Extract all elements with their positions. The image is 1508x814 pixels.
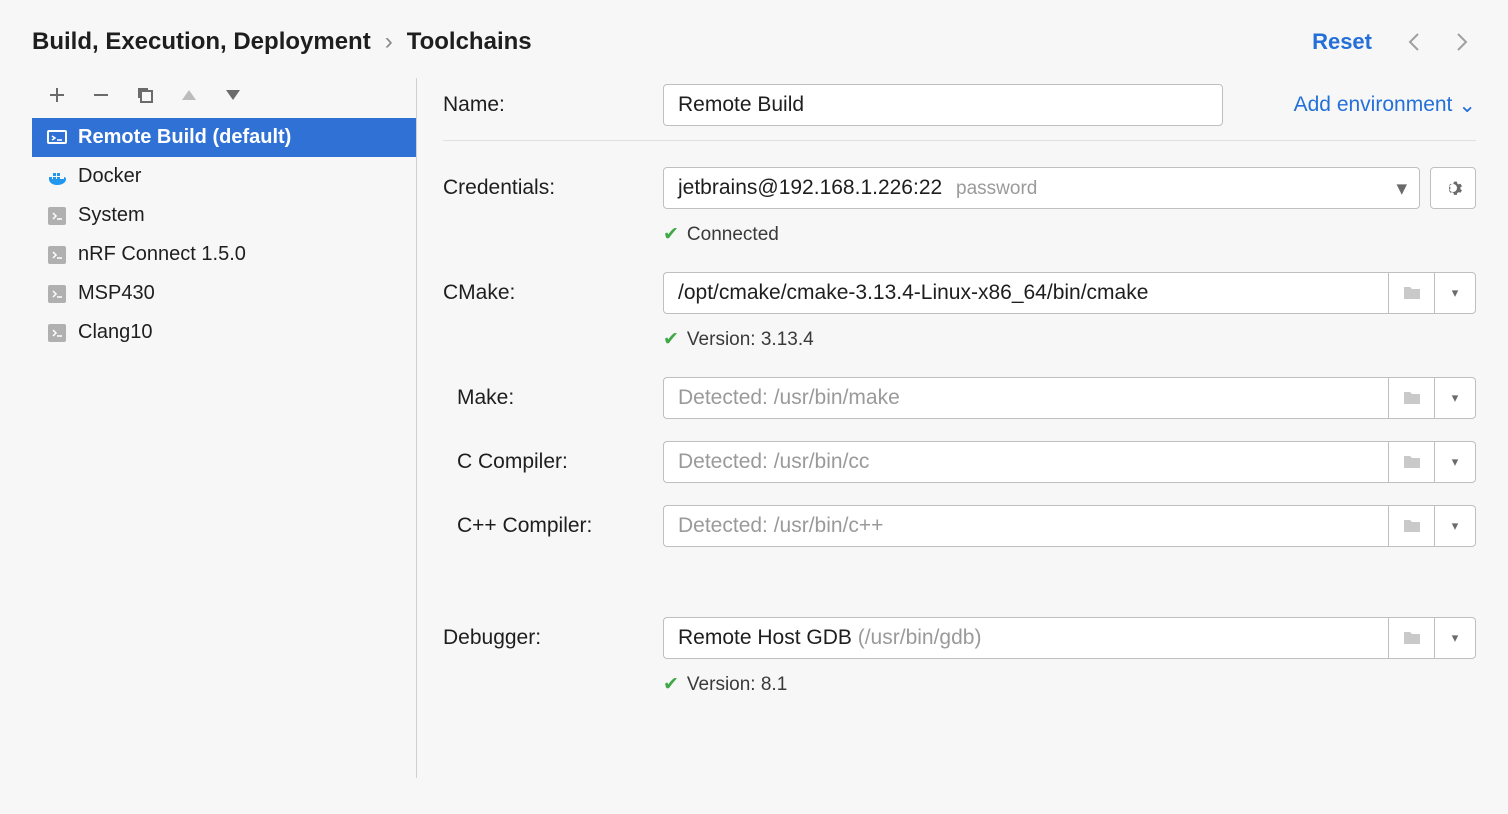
system-icon [46, 205, 68, 227]
dropdown-button[interactable]: ▾ [1434, 441, 1476, 483]
browse-button[interactable] [1388, 617, 1434, 659]
browse-button[interactable] [1388, 505, 1434, 547]
copy-button[interactable] [134, 84, 156, 106]
cpp-compiler-input[interactable]: Detected: /usr/bin/c++ [663, 505, 1388, 547]
browse-button[interactable] [1388, 272, 1434, 314]
list-item[interactable]: System [32, 196, 416, 235]
back-button[interactable] [1400, 28, 1428, 56]
credentials-value: jetbrains@192.168.1.226:22 [678, 176, 942, 199]
list-item[interactable]: Remote Build (default) [32, 118, 416, 157]
dropdown-button[interactable]: ▾ [1434, 272, 1476, 314]
list-item-label: System [78, 204, 145, 227]
c-compiler-label: C Compiler: [443, 450, 663, 474]
system-icon [46, 244, 68, 266]
check-icon: ✔ [663, 673, 679, 696]
system-icon [46, 322, 68, 344]
list-item-label: MSP430 [78, 282, 155, 305]
name-label: Name: [443, 93, 663, 117]
add-environment-label: Add environment [1294, 93, 1453, 117]
check-icon: ✔ [663, 223, 679, 246]
chevron-down-icon: ▾ [1390, 176, 1413, 201]
toolchain-sidebar: Remote Build (default) Docker System [32, 78, 417, 778]
divider [443, 140, 1476, 141]
list-item[interactable]: Docker [32, 157, 416, 196]
list-item[interactable]: MSP430 [32, 274, 416, 313]
add-environment-link[interactable]: Add environment ⌄ [1294, 93, 1476, 118]
docker-icon [46, 166, 68, 188]
list-item[interactable]: Clang10 [32, 313, 416, 352]
browse-button[interactable] [1388, 441, 1434, 483]
make-label: Make: [443, 386, 663, 410]
breadcrumb-level1[interactable]: Build, Execution, Deployment [32, 28, 371, 56]
breadcrumb: Build, Execution, Deployment › Toolchain… [32, 28, 1312, 56]
system-icon [46, 283, 68, 305]
make-input[interactable]: Detected: /usr/bin/make [663, 377, 1388, 419]
debugger-input[interactable]: Remote Host GDB (/usr/bin/gdb) [663, 617, 1388, 659]
sidebar-toolbar [32, 78, 416, 118]
forward-button[interactable] [1448, 28, 1476, 56]
list-item-label: Clang10 [78, 321, 153, 344]
credentials-combo[interactable]: jetbrains@192.168.1.226:22 password ▾ [663, 167, 1420, 209]
list-item-label: nRF Connect 1.5.0 [78, 243, 246, 266]
check-icon: ✔ [663, 328, 679, 351]
breadcrumb-level2: Toolchains [407, 28, 532, 56]
c-compiler-input[interactable]: Detected: /usr/bin/cc [663, 441, 1388, 483]
dropdown-button[interactable]: ▾ [1434, 505, 1476, 547]
toolchain-list: Remote Build (default) Docker System [32, 118, 416, 352]
cmake-version: ✔ Version: 3.13.4 [663, 328, 814, 351]
cpp-compiler-label: C++ Compiler: [443, 514, 663, 538]
remove-button[interactable] [90, 84, 112, 106]
chevron-right-icon: › [385, 28, 393, 56]
name-input[interactable] [663, 84, 1223, 126]
move-down-button[interactable] [222, 84, 244, 106]
credentials-label: Credentials: [443, 176, 663, 200]
credentials-status: ✔ Connected [663, 223, 779, 246]
chevron-down-icon: ⌄ [1458, 93, 1476, 118]
form-panel: Name: Add environment ⌄ Credentials: [417, 78, 1476, 778]
dropdown-button[interactable]: ▾ [1434, 617, 1476, 659]
list-item[interactable]: nRF Connect 1.5.0 [32, 235, 416, 274]
list-item-label: Remote Build (default) [78, 126, 291, 149]
debugger-label: Debugger: [443, 626, 663, 650]
list-item-label: Docker [78, 165, 141, 188]
credentials-hint: password [956, 178, 1037, 199]
browse-button[interactable] [1388, 377, 1434, 419]
move-up-button[interactable] [178, 84, 200, 106]
reset-link[interactable]: Reset [1312, 29, 1372, 55]
remote-icon [46, 127, 68, 149]
cmake-input[interactable]: /opt/cmake/cmake-3.13.4-Linux-x86_64/bin… [663, 272, 1388, 314]
credentials-settings-button[interactable] [1430, 167, 1476, 209]
cmake-label: CMake: [443, 281, 663, 305]
dropdown-button[interactable]: ▾ [1434, 377, 1476, 419]
add-button[interactable] [46, 84, 68, 106]
debugger-version: ✔ Version: 8.1 [663, 673, 787, 696]
